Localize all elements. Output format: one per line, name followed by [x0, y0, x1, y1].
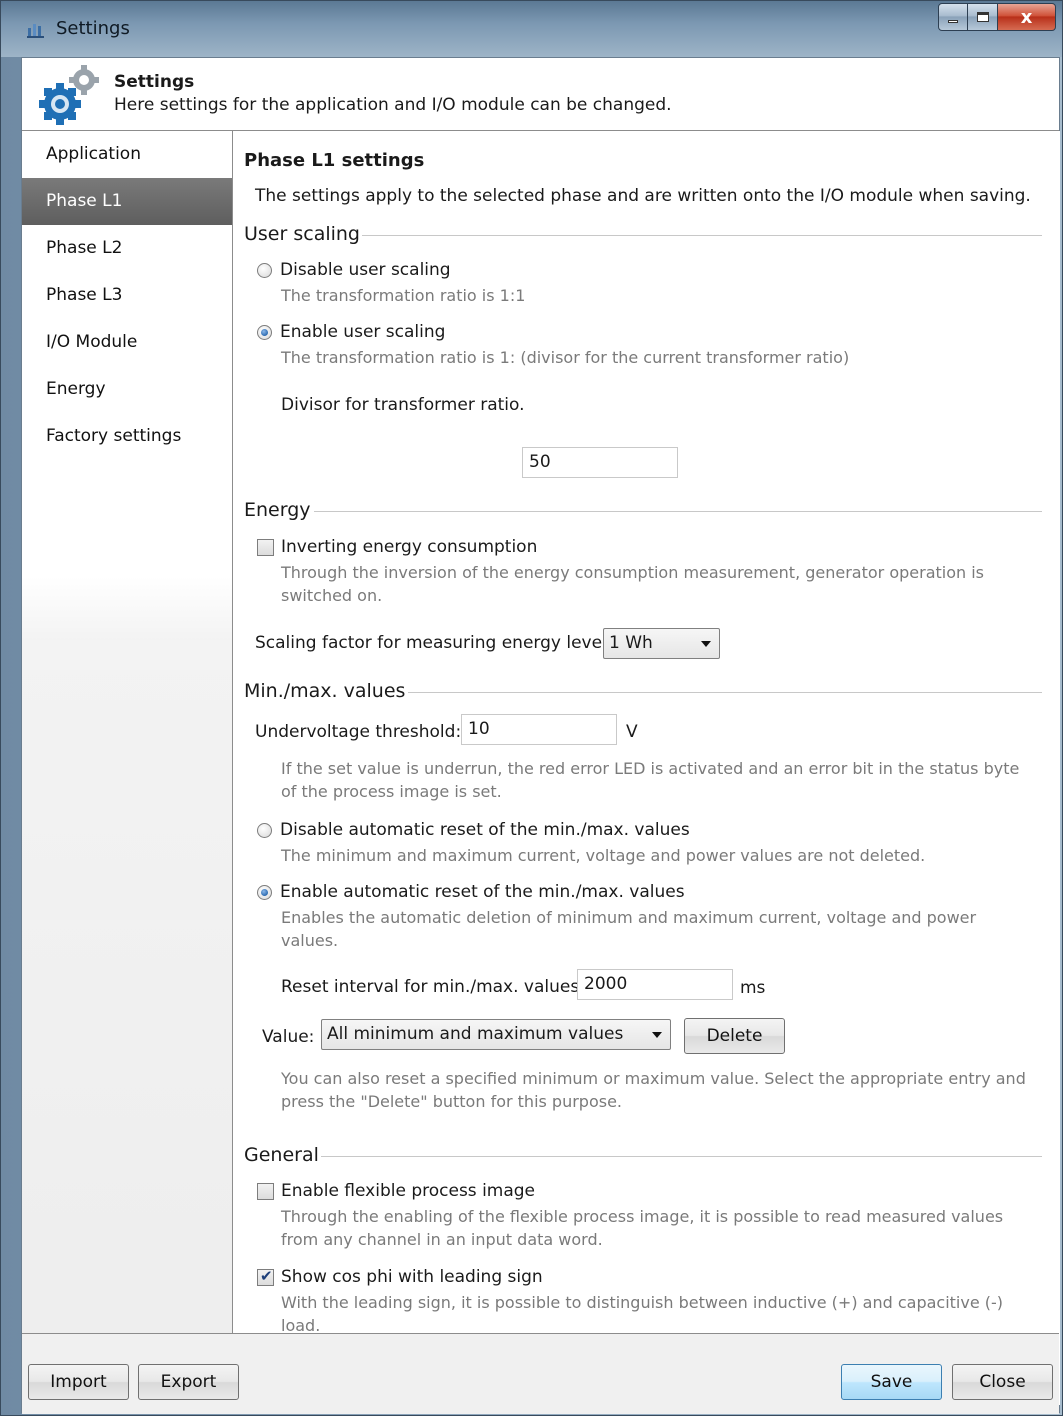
- reset-interval-label: Reset interval for min./max. values:: [281, 977, 585, 997]
- value-label: Value:: [262, 1027, 315, 1047]
- minmax-value-selected: All minimum and maximum values: [327, 1024, 624, 1044]
- delete-button-label: Delete: [706, 1026, 763, 1046]
- section-divider: [321, 1156, 1042, 1157]
- section-divider: [362, 235, 1042, 236]
- close-icon: x: [1020, 6, 1033, 28]
- sidebar-item-io-module[interactable]: I/O Module: [22, 319, 232, 366]
- window-title: Settings: [56, 18, 130, 39]
- save-button-label: Save: [870, 1372, 913, 1392]
- header-subtitle: Here settings for the application and I/…: [114, 95, 672, 115]
- settings-header: Settings Here settings for the applicati…: [22, 58, 1059, 131]
- save-button[interactable]: Save: [841, 1364, 942, 1400]
- enable-user-scaling-desc: The transformation ratio is 1: (divisor …: [281, 348, 850, 367]
- reset-interval-unit: ms: [740, 978, 766, 998]
- flexible-image-desc: Through the enabling of the flexible pro…: [281, 1207, 1004, 1249]
- header-title: Settings: [114, 72, 195, 92]
- enable-user-scaling-radio[interactable]: [257, 325, 272, 340]
- window-controls: x: [938, 3, 1056, 31]
- sidebar-item-phase-l2[interactable]: Phase L2: [22, 225, 232, 272]
- dropdown-arrow-icon: [701, 641, 711, 647]
- settings-window: Settings x Settings Here settings for th…: [0, 0, 1063, 1416]
- divisor-value: 50: [529, 452, 551, 472]
- phase-settings-panel: Phase L1 settings The settings apply to …: [234, 131, 1060, 1405]
- sidebar-item-factory-settings[interactable]: Factory settings: [22, 413, 232, 460]
- sidebar-item-application[interactable]: Application: [22, 131, 232, 178]
- sidebar-item-energy[interactable]: Energy: [22, 366, 232, 413]
- flexible-image-checkbox[interactable]: [257, 1183, 274, 1200]
- enable-auto-reset-label[interactable]: Enable automatic reset of the min./max. …: [280, 882, 685, 902]
- close-button[interactable]: Close: [952, 1364, 1053, 1400]
- invert-energy-checkbox[interactable]: [257, 539, 274, 556]
- close-button-label: Close: [979, 1372, 1026, 1392]
- export-button-label: Export: [160, 1372, 217, 1392]
- undervoltage-desc: If the set value is underrun, the red er…: [281, 759, 1020, 801]
- invert-energy-label[interactable]: Inverting energy consumption: [281, 537, 537, 557]
- title-bar[interactable]: Settings x: [1, 1, 1062, 57]
- cos-phi-sign-desc: With the leading sign, it is possible to…: [281, 1293, 1004, 1335]
- disable-auto-reset-radio[interactable]: [257, 823, 272, 838]
- dropdown-arrow-icon: [652, 1032, 662, 1038]
- export-button[interactable]: Export: [138, 1364, 239, 1400]
- window-client-area: Settings Here settings for the applicati…: [21, 57, 1060, 1414]
- energy-scaling-label: Scaling factor for measuring energy leve…: [255, 633, 613, 653]
- settings-sidebar: Application Phase L1 Phase L2 Phase L3 I…: [22, 131, 233, 1405]
- cos-phi-sign-label[interactable]: Show cos phi with leading sign: [281, 1267, 543, 1287]
- app-icon: [27, 24, 44, 38]
- maximize-icon: [976, 12, 989, 22]
- panel-intro: The settings apply to the selected phase…: [255, 186, 1031, 206]
- invert-energy-desc: Through the inversion of the energy cons…: [281, 563, 985, 605]
- undervoltage-unit: V: [626, 722, 638, 742]
- import-button-label: Import: [50, 1372, 107, 1392]
- delete-button[interactable]: Delete: [684, 1018, 785, 1054]
- minmax-value-select[interactable]: All minimum and maximum values: [321, 1019, 671, 1050]
- reset-desc: You can also reset a specified minimum o…: [281, 1069, 1026, 1111]
- import-button[interactable]: Import: [28, 1364, 129, 1400]
- undervoltage-value: 10: [468, 719, 490, 739]
- disable-user-scaling-label[interactable]: Disable user scaling: [280, 260, 451, 280]
- reset-interval-value: 2000: [584, 974, 628, 994]
- panel-title: Phase L1 settings: [244, 150, 425, 171]
- disable-auto-reset-desc: The minimum and maximum current, voltage…: [281, 846, 926, 865]
- gears-icon: [39, 65, 99, 125]
- disable-user-scaling-desc: The transformation ratio is 1:1: [281, 286, 526, 305]
- divisor-label: Divisor for transformer ratio.: [281, 395, 525, 415]
- enable-auto-reset-radio[interactable]: [257, 885, 272, 900]
- flexible-image-label[interactable]: Enable flexible process image: [281, 1181, 535, 1201]
- enable-auto-reset-desc: Enables the automatic deletion of minimu…: [281, 908, 977, 950]
- cos-phi-sign-checkbox[interactable]: [257, 1267, 274, 1286]
- disable-user-scaling-radio[interactable]: [257, 263, 272, 278]
- minimize-button[interactable]: [938, 3, 968, 31]
- undervoltage-input[interactable]: 10: [461, 714, 617, 745]
- minmax-section-title: Min./max. values: [244, 680, 406, 702]
- reset-interval-input[interactable]: 2000: [577, 969, 733, 1000]
- close-window-button[interactable]: x: [998, 3, 1056, 31]
- user-scaling-section-title: User scaling: [244, 223, 360, 245]
- dialog-footer: Import Export Save Close: [22, 1333, 1059, 1414]
- section-divider: [314, 511, 1042, 512]
- general-section-title: General: [244, 1144, 319, 1166]
- sidebar-item-phase-l3[interactable]: Phase L3: [22, 272, 232, 319]
- maximize-button[interactable]: [968, 3, 998, 31]
- divisor-input[interactable]: 50: [522, 447, 678, 478]
- section-divider: [408, 692, 1042, 693]
- undervoltage-label: Undervoltage threshold:: [255, 722, 462, 742]
- minimize-icon: [948, 19, 958, 23]
- energy-scaling-select[interactable]: 1 Wh: [603, 628, 720, 659]
- sidebar-item-phase-l1[interactable]: Phase L1: [22, 178, 232, 225]
- enable-user-scaling-label[interactable]: Enable user scaling: [280, 322, 445, 342]
- disable-auto-reset-label[interactable]: Disable automatic reset of the min./max.…: [280, 820, 690, 840]
- energy-section-title: Energy: [244, 499, 311, 521]
- energy-scaling-value: 1 Wh: [609, 633, 653, 653]
